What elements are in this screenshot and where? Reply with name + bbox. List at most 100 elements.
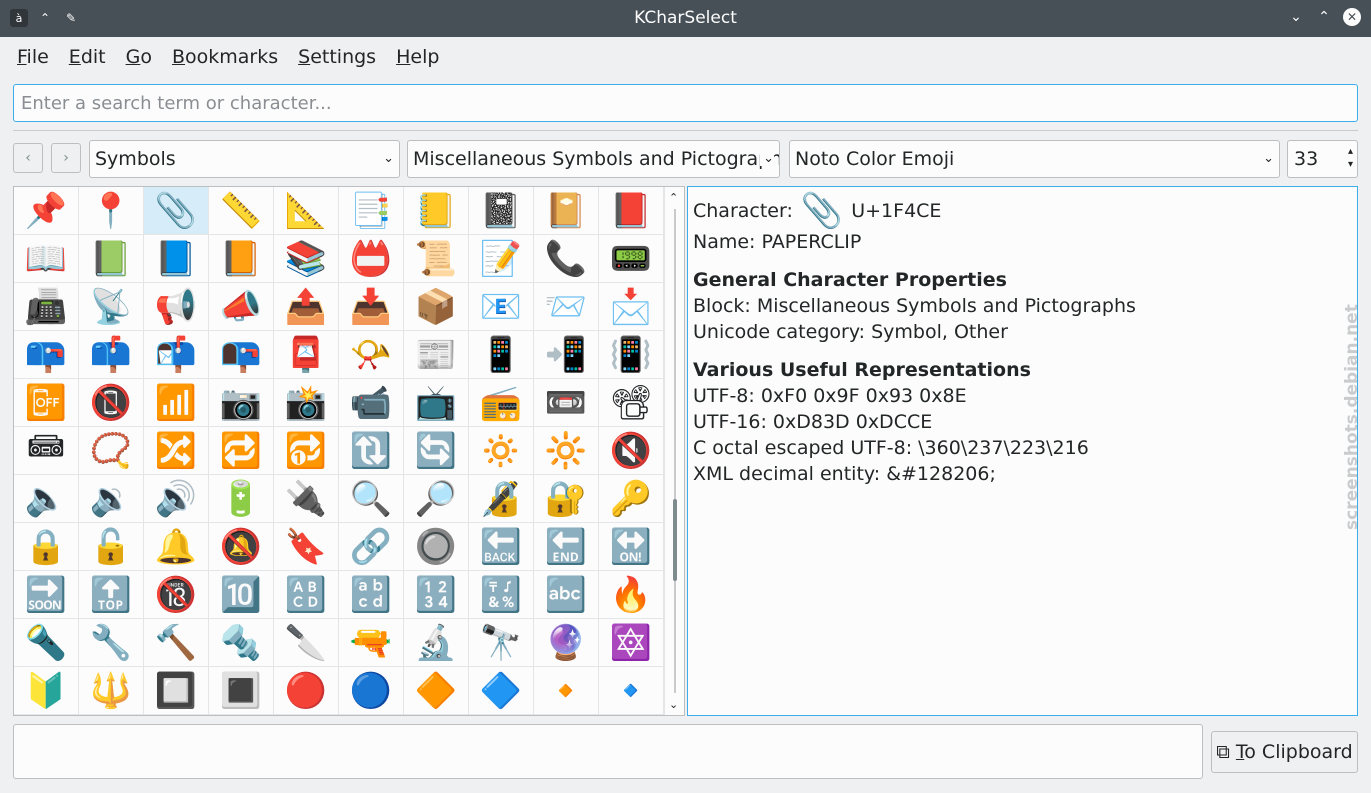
char-cell[interactable]: 🔚	[534, 523, 599, 571]
char-cell[interactable]: 🔁	[209, 427, 274, 475]
char-cell[interactable]: 📶	[144, 379, 209, 427]
char-cell[interactable]: 🔉	[79, 475, 144, 523]
char-cell[interactable]: 🔰	[14, 667, 79, 715]
char-cell[interactable]: 🔒	[14, 523, 79, 571]
char-cell[interactable]: 📿	[79, 427, 144, 475]
char-cell[interactable]: 📹	[339, 379, 404, 427]
char-cell[interactable]: 📻	[469, 379, 534, 427]
char-cell[interactable]: 🔕	[209, 523, 274, 571]
char-cell[interactable]: 📎	[144, 187, 209, 235]
char-cell[interactable]: 📓	[469, 187, 534, 235]
char-cell[interactable]: 🔘	[404, 523, 469, 571]
char-cell[interactable]: 📰	[404, 331, 469, 379]
char-cell[interactable]: 📐	[274, 187, 339, 235]
char-cell[interactable]: 🔩	[209, 619, 274, 667]
menu-bookmarks[interactable]: Bookmarks	[162, 40, 288, 74]
block-select[interactable]: Miscellaneous Symbols and Pictograph ⌄	[407, 140, 780, 178]
font-size-spinbox[interactable]: 33 ▴ ▾	[1287, 140, 1358, 178]
char-cell[interactable]: 🔄	[404, 427, 469, 475]
scroll-down-icon[interactable]: ⌄	[669, 698, 678, 711]
char-cell[interactable]: 🔛	[599, 523, 664, 571]
char-cell[interactable]: 📍	[79, 187, 144, 235]
char-cell[interactable]: 📡	[79, 283, 144, 331]
char-cell[interactable]: 📼	[534, 379, 599, 427]
char-cell[interactable]: 🔥	[599, 571, 664, 619]
scroll-up-icon[interactable]: ⌃	[669, 191, 678, 204]
char-cell[interactable]: 🔝	[79, 571, 144, 619]
char-cell[interactable]: 📾	[14, 427, 79, 475]
to-clipboard-button[interactable]: ⧉ To Clipboard	[1211, 731, 1358, 773]
section-select[interactable]: Symbols ⌄	[89, 140, 400, 178]
char-cell[interactable]: 📟	[599, 235, 664, 283]
search-box[interactable]	[13, 84, 1358, 122]
char-cell[interactable]: 📪	[14, 331, 79, 379]
char-cell[interactable]: 🔞	[144, 571, 209, 619]
char-cell[interactable]: 📕	[599, 187, 664, 235]
char-cell[interactable]: 🔓	[79, 523, 144, 571]
char-cell[interactable]: 📯	[339, 331, 404, 379]
char-cell[interactable]: 🔗	[339, 523, 404, 571]
char-cell[interactable]: 📬	[144, 331, 209, 379]
char-cell[interactable]: 📴	[14, 379, 79, 427]
char-cell[interactable]: 🔱	[79, 667, 144, 715]
char-cell[interactable]: 📙	[209, 235, 274, 283]
char-cell[interactable]: 🔹	[599, 667, 664, 715]
char-cell[interactable]: 📷	[209, 379, 274, 427]
char-cell[interactable]: 🔔	[144, 523, 209, 571]
char-cell[interactable]: 🔀	[144, 427, 209, 475]
char-cell[interactable]: 🔍	[339, 475, 404, 523]
char-cell[interactable]: 📗	[79, 235, 144, 283]
char-cell[interactable]: 📌	[14, 187, 79, 235]
char-cell[interactable]: 🔟	[209, 571, 274, 619]
char-cell[interactable]: 🔢	[404, 571, 469, 619]
char-cell[interactable]: 📜	[404, 235, 469, 283]
char-cell[interactable]: 🔧	[79, 619, 144, 667]
char-cell[interactable]: 📸	[274, 379, 339, 427]
char-cell[interactable]: 🔊	[144, 475, 209, 523]
char-cell[interactable]: 🔬	[404, 619, 469, 667]
char-cell[interactable]: 🔇	[599, 427, 664, 475]
back-button[interactable]: ‹	[13, 143, 43, 173]
char-cell[interactable]: 🔸	[534, 667, 599, 715]
char-cell[interactable]: 📢	[144, 283, 209, 331]
char-cell[interactable]: 📛	[339, 235, 404, 283]
char-cell[interactable]: 📝	[469, 235, 534, 283]
menu-help[interactable]: Help	[386, 40, 449, 74]
char-cell[interactable]: 📵	[79, 379, 144, 427]
char-cell[interactable]: 🔨	[144, 619, 209, 667]
maximize-icon[interactable]: ⌃	[1315, 8, 1333, 26]
char-cell[interactable]: 📥	[339, 283, 404, 331]
char-cell[interactable]: 🔐	[534, 475, 599, 523]
char-cell[interactable]: 🔠	[274, 571, 339, 619]
spin-arrows-icon[interactable]: ▴ ▾	[1348, 145, 1353, 171]
char-cell[interactable]: 📖	[14, 235, 79, 283]
char-cell[interactable]: 📘	[144, 235, 209, 283]
forward-button[interactable]: ›	[51, 143, 81, 173]
char-cell[interactable]: 📦	[404, 283, 469, 331]
char-cell[interactable]: 🔋	[209, 475, 274, 523]
char-cell[interactable]: 🔌	[274, 475, 339, 523]
char-cell[interactable]: 📽	[599, 379, 664, 427]
char-cell[interactable]: 🔣	[469, 571, 534, 619]
char-cell[interactable]: 🔤	[534, 571, 599, 619]
char-cell[interactable]: 🔭	[469, 619, 534, 667]
char-cell[interactable]: 🔡	[339, 571, 404, 619]
char-cell[interactable]: 🔴	[274, 667, 339, 715]
char-cell[interactable]: 🔷	[469, 667, 534, 715]
char-cell[interactable]: 📠	[14, 283, 79, 331]
char-cell[interactable]: 🔯	[599, 619, 664, 667]
char-cell[interactable]: 🔑	[599, 475, 664, 523]
char-cell[interactable]: 📳	[599, 331, 664, 379]
char-cell[interactable]: 📨	[534, 283, 599, 331]
char-cell[interactable]: 📩	[599, 283, 664, 331]
menu-go[interactable]: Go	[116, 40, 162, 74]
char-cell[interactable]: 📮	[274, 331, 339, 379]
char-cell[interactable]: 🔵	[339, 667, 404, 715]
char-cell[interactable]: 🔪	[274, 619, 339, 667]
char-cell[interactable]: 📑	[339, 187, 404, 235]
char-cell[interactable]: 🔈	[14, 475, 79, 523]
char-cell[interactable]: 🔦	[14, 619, 79, 667]
char-cell[interactable]: 🔜	[14, 571, 79, 619]
char-cell[interactable]: 🔳	[209, 667, 274, 715]
char-cell[interactable]: 📭	[209, 331, 274, 379]
